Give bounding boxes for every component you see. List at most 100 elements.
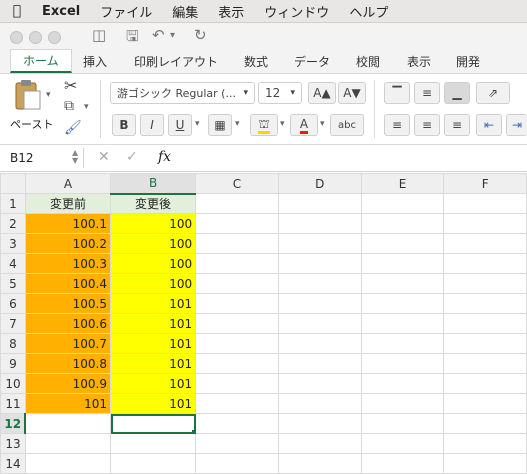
align-top-button[interactable]: ▔: [384, 82, 410, 104]
cell-f3[interactable]: [443, 233, 527, 254]
cell-b5[interactable]: 100: [110, 273, 197, 294]
decrease-indent-button[interactable]: ⇤: [476, 114, 502, 136]
cell-b6[interactable]: 101: [110, 293, 197, 314]
column-header-f[interactable]: F: [443, 173, 527, 194]
row-header[interactable]: 7: [0, 313, 26, 334]
cell-c2[interactable]: [195, 213, 279, 234]
underline-dropdown-icon[interactable]: ▾: [195, 119, 200, 129]
close-window-button[interactable]: [10, 31, 23, 44]
cell-c7[interactable]: [195, 313, 279, 334]
font-color-dropdown-icon[interactable]: ▾: [320, 119, 325, 129]
undo-dropdown-icon[interactable]: ▾: [170, 30, 175, 41]
cell-b9[interactable]: 101: [110, 353, 197, 374]
align-left-button[interactable]: ≡: [384, 114, 410, 136]
borders-button[interactable]: ▦: [208, 114, 232, 136]
fill-color-dropdown-icon[interactable]: ▾: [280, 119, 285, 129]
cell-c5[interactable]: [195, 273, 279, 294]
cell-e2[interactable]: [360, 213, 445, 234]
font-color-button[interactable]: A: [290, 114, 318, 136]
cell-c14[interactable]: [195, 453, 279, 474]
cell-e13[interactable]: [360, 433, 445, 454]
name-box-stepper-icon[interactable]: ▲ ▼: [72, 149, 78, 165]
cell-e9[interactable]: [360, 353, 445, 374]
italic-button[interactable]: I: [140, 114, 164, 136]
cell-d13[interactable]: [277, 433, 362, 454]
menu-file[interactable]: ファイル: [90, 2, 162, 21]
row-header[interactable]: 11: [0, 393, 26, 414]
cell-d11[interactable]: [277, 393, 362, 414]
cell-f2[interactable]: [443, 213, 527, 234]
paste-button[interactable]: [10, 78, 44, 112]
cell-b8[interactable]: 101: [110, 333, 197, 354]
cell-c6[interactable]: [195, 293, 279, 314]
cell-a11[interactable]: 101: [24, 393, 112, 414]
font-name-select[interactable]: 游ゴシック Regular (... ▾: [110, 82, 255, 104]
underline-button[interactable]: U: [168, 114, 192, 136]
menu-edit[interactable]: 編集: [162, 2, 208, 21]
cell-c10[interactable]: [195, 373, 279, 394]
align-right-button[interactable]: ≡: [444, 114, 470, 136]
cell-f5[interactable]: [443, 273, 527, 294]
cell-d9[interactable]: [277, 353, 362, 374]
cell-c9[interactable]: [195, 353, 279, 374]
cell-a6[interactable]: 100.5: [24, 293, 112, 314]
cell-f8[interactable]: [443, 333, 527, 354]
confirm-entry-icon[interactable]: ✓: [126, 149, 138, 165]
tab-page-layout[interactable]: 印刷レイアウト: [134, 53, 218, 70]
cell-d5[interactable]: [277, 273, 362, 294]
cell-e7[interactable]: [360, 313, 445, 334]
paste-dropdown-icon[interactable]: ▾: [46, 90, 51, 100]
menu-app-name[interactable]: Excel: [34, 4, 90, 19]
column-header-e[interactable]: E: [360, 173, 445, 194]
cell-d1[interactable]: [277, 193, 362, 214]
tab-review[interactable]: 校閲: [356, 53, 380, 70]
minimize-window-button[interactable]: [29, 31, 42, 44]
cell-a13[interactable]: [24, 433, 112, 454]
cell-d12[interactable]: [277, 413, 362, 434]
increase-indent-button[interactable]: ⇥: [506, 114, 527, 136]
cell-a3[interactable]: 100.2: [24, 233, 112, 254]
cell-e10[interactable]: [360, 373, 445, 394]
cell-c8[interactable]: [195, 333, 279, 354]
bold-button[interactable]: B: [112, 114, 136, 136]
redo-icon[interactable]: ↻: [194, 26, 207, 44]
cell-b13[interactable]: [110, 433, 197, 454]
cell-a7[interactable]: 100.6: [24, 313, 112, 334]
cell-d3[interactable]: [277, 233, 362, 254]
cell-d8[interactable]: [277, 333, 362, 354]
cell-f10[interactable]: [443, 373, 527, 394]
cell-e3[interactable]: [360, 233, 445, 254]
fill-color-button[interactable]: ⛫: [250, 114, 278, 136]
column-header-b[interactable]: B: [110, 173, 197, 195]
menu-help[interactable]: ヘルプ: [339, 2, 398, 21]
cell-a14[interactable]: [24, 453, 112, 474]
cell-a10[interactable]: 100.9: [24, 373, 112, 394]
row-header[interactable]: 12: [0, 413, 27, 434]
cell-f13[interactable]: [443, 433, 527, 454]
cell-f7[interactable]: [443, 313, 527, 334]
cell-c11[interactable]: [195, 393, 279, 414]
cell-d4[interactable]: [277, 253, 362, 274]
format-painter-icon[interactable]: 🖌: [64, 120, 82, 136]
cell-b4[interactable]: 100: [110, 253, 197, 274]
undo-icon[interactable]: ↶: [152, 26, 165, 44]
cell-d6[interactable]: [277, 293, 362, 314]
sidebar-toggle-icon[interactable]: ◫: [92, 26, 106, 44]
tab-developer[interactable]: 開発: [456, 53, 480, 70]
row-header[interactable]: 4: [0, 253, 26, 274]
row-header[interactable]: 8: [0, 333, 26, 354]
cell-e11[interactable]: [360, 393, 445, 414]
orientation-button[interactable]: ⇗: [476, 82, 510, 104]
row-header[interactable]: 3: [0, 233, 26, 254]
cell-a9[interactable]: 100.8: [24, 353, 112, 374]
menu-view[interactable]: 表示: [208, 2, 254, 21]
cell-c12[interactable]: [195, 413, 279, 434]
insert-function-icon[interactable]: fx: [158, 149, 171, 165]
cell-d2[interactable]: [277, 213, 362, 234]
tab-insert[interactable]: 挿入: [83, 53, 107, 70]
cell-e6[interactable]: [360, 293, 445, 314]
cell-b1[interactable]: 変更後: [110, 193, 197, 214]
cell-b10[interactable]: 101: [110, 373, 197, 394]
tab-formulas[interactable]: 数式: [244, 53, 268, 70]
cell-a2[interactable]: 100.1: [24, 213, 112, 234]
